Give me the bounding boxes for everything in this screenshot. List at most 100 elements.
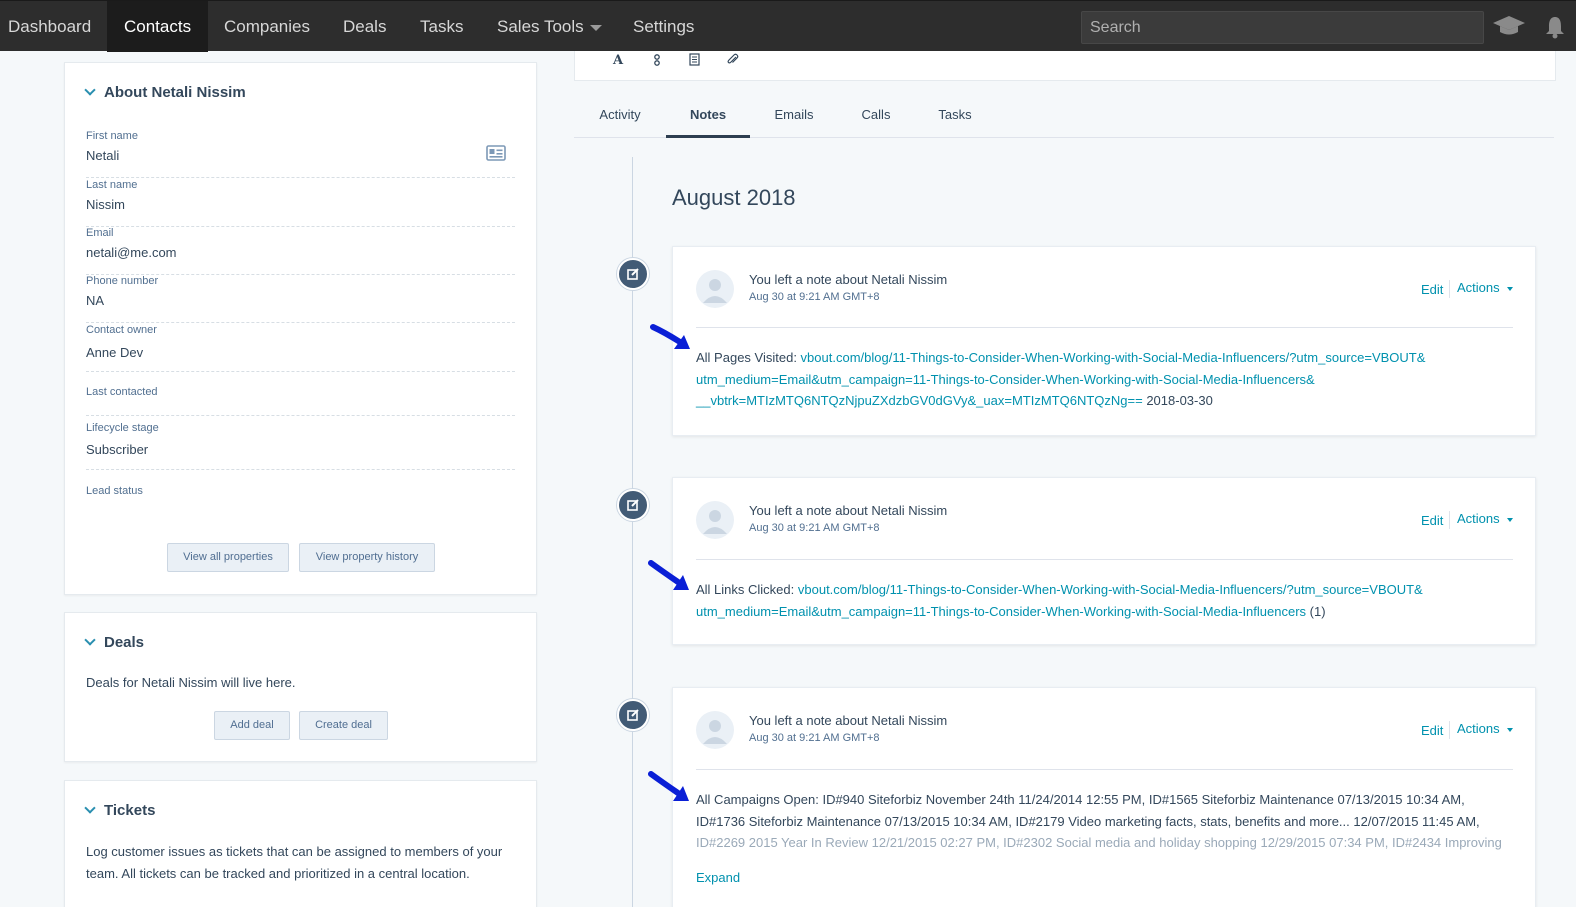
tickets-card: Tickets Log customer issues as tickets t… [64, 780, 537, 907]
note-label: All Links Clicked: [696, 582, 798, 597]
nav-deals[interactable]: Deals [326, 1, 403, 52]
field-value: Anne Dev [86, 345, 144, 360]
note-link[interactable]: __vbtrk=MTIzMTQ6NTQzNjpuZXdzbGV0dGVy&_ua… [696, 393, 1143, 408]
field-lead-status[interactable]: Lead status [86, 485, 515, 533]
user-avatar-icon [703, 510, 727, 534]
edit-note-button[interactable]: Edit [1421, 282, 1443, 297]
edit-note-button[interactable]: Edit [1421, 513, 1443, 528]
nav-companies[interactable]: Companies [207, 1, 327, 52]
deals-card-header[interactable]: Deals [84, 634, 144, 651]
note-actions-dropdown[interactable]: Actions [1457, 280, 1513, 295]
view-property-history-button[interactable]: View property history [299, 543, 435, 572]
divider [1449, 280, 1450, 298]
note-contact-name: Netali Nissim [871, 272, 948, 287]
timeline-note-marker [617, 489, 649, 521]
note-actions-dropdown[interactable]: Actions [1457, 511, 1513, 526]
note-contact-name: Netali Nissim [871, 503, 948, 518]
note-line: All Campaigns Open: ID#940 Siteforbiz No… [696, 792, 1465, 807]
field-value: netali@me.com [86, 245, 177, 260]
nav-tasks[interactable]: Tasks [403, 1, 480, 52]
notifications-icon[interactable] [1545, 15, 1565, 39]
divider [696, 327, 1513, 328]
deals-contact-name: Netali Nissim [141, 675, 218, 690]
tickets-card-header[interactable]: Tickets [84, 802, 155, 819]
note-author: You left a note about Netali Nissim [749, 713, 947, 728]
contact-card-icon[interactable] [486, 145, 506, 161]
chevron-down-icon [1506, 286, 1513, 291]
timeline-note-marker [617, 258, 649, 290]
note-link[interactable]: utm_medium=Email&utm_campaign=11-Things-… [696, 604, 1306, 619]
tab-calls[interactable]: Calls [856, 98, 896, 138]
search-input[interactable]: Search [1081, 11, 1484, 44]
tab-tasks[interactable]: Tasks [932, 98, 978, 138]
field-label: Lead status [86, 485, 143, 497]
chevron-down-icon [589, 24, 602, 31]
note-timestamp: Aug 30 at 9:21 AM GMT+8 [749, 732, 880, 744]
note-card: You left a note about Netali Nissim Aug … [672, 477, 1536, 645]
timeline-month-heading: August 2018 [672, 185, 796, 210]
field-first-name[interactable]: First name Netali [86, 130, 515, 178]
view-all-properties-button[interactable]: View all properties [167, 543, 289, 572]
field-value: NA [86, 293, 105, 308]
field-email[interactable]: Email netali@me.com [86, 227, 515, 275]
field-last-name[interactable]: Last name Nissim [86, 179, 515, 227]
note-card: You left a note about Netali Nissim Aug … [672, 687, 1536, 907]
field-label: Last name [86, 179, 138, 191]
deals-card: Deals Deals for Netali Nissim will live … [64, 612, 537, 762]
chevron-down-icon [84, 634, 96, 646]
note-timestamp: Aug 30 at 9:21 AM GMT+8 [749, 522, 880, 534]
nav-contacts[interactable]: Contacts [107, 1, 209, 52]
note-suffix: (1) [1306, 603, 1326, 619]
academy-icon[interactable] [1492, 15, 1526, 37]
nav-sales-tools[interactable]: Sales Tools [480, 1, 619, 52]
expand-link[interactable]: Expand [696, 870, 740, 885]
edit-note-icon [627, 709, 639, 721]
create-deal-button[interactable]: Create deal [299, 711, 388, 740]
note-actions-dropdown[interactable]: Actions [1457, 721, 1513, 736]
text-format-icon[interactable]: A [613, 53, 623, 68]
document-icon[interactable] [689, 53, 700, 66]
note-author-text: You left a note about [749, 713, 872, 728]
about-card-header[interactable]: About Netali Nissim [84, 84, 246, 101]
field-label: Lifecycle stage [86, 422, 159, 434]
field-last-contacted[interactable]: Last contacted [86, 386, 515, 416]
field-label: Phone number [86, 275, 159, 287]
deals-description: Deals for Netali Nissim will live here. [86, 672, 296, 694]
annotation-arrow-icon [648, 771, 689, 801]
note-link[interactable]: vbout.com/blog/11-Things-to-Consider-Whe… [798, 582, 1423, 597]
annotation-arrow-icon [648, 560, 689, 590]
field-value: Nissim [86, 197, 125, 212]
personalize-icon[interactable] [653, 54, 661, 66]
about-card: About Netali Nissim First name Netali La… [64, 62, 537, 595]
divider [696, 559, 1513, 560]
divider [1449, 721, 1450, 739]
divider [696, 769, 1513, 770]
tab-emails[interactable]: Emails [768, 98, 820, 138]
about-title: About Netali Nissim [104, 84, 246, 101]
field-lifecycle-stage[interactable]: Lifecycle stage Subscriber [86, 422, 515, 470]
note-author-text: You left a note about [749, 503, 872, 518]
tab-activity[interactable]: Activity [591, 98, 649, 138]
note-link[interactable]: vbout.com/blog/11-Things-to-Consider-Whe… [801, 350, 1426, 365]
user-avatar-icon [703, 279, 727, 303]
field-label: Last contacted [86, 386, 158, 398]
add-deal-button[interactable]: Add deal [214, 711, 290, 740]
note-author-text: You left a note about [749, 272, 872, 287]
field-value: Netali [86, 148, 120, 163]
nav-settings[interactable]: Settings [616, 1, 711, 52]
field-phone-number[interactable]: Phone number NA [86, 275, 515, 323]
deals-text-suffix: will live here. [217, 675, 296, 690]
note-author: You left a note about Netali Nissim [749, 503, 947, 518]
edit-note-button[interactable]: Edit [1421, 723, 1443, 738]
field-label: Contact owner [86, 324, 157, 336]
tab-notes[interactable]: Notes [666, 98, 750, 138]
chevron-down-icon [1506, 517, 1513, 522]
note-label: All Pages Visited: [696, 350, 801, 365]
attachment-icon[interactable] [727, 53, 739, 66]
note-link[interactable]: utm_medium=Email&utm_campaign=11-Things-… [696, 372, 1315, 387]
deals-text-prefix: Deals for [86, 675, 142, 690]
field-contact-owner[interactable]: Contact owner Anne Dev [86, 324, 515, 372]
nav-dashboard[interactable]: Dashboard [0, 1, 108, 52]
note-contact-name: Netali Nissim [871, 713, 948, 728]
divider [1449, 511, 1450, 529]
